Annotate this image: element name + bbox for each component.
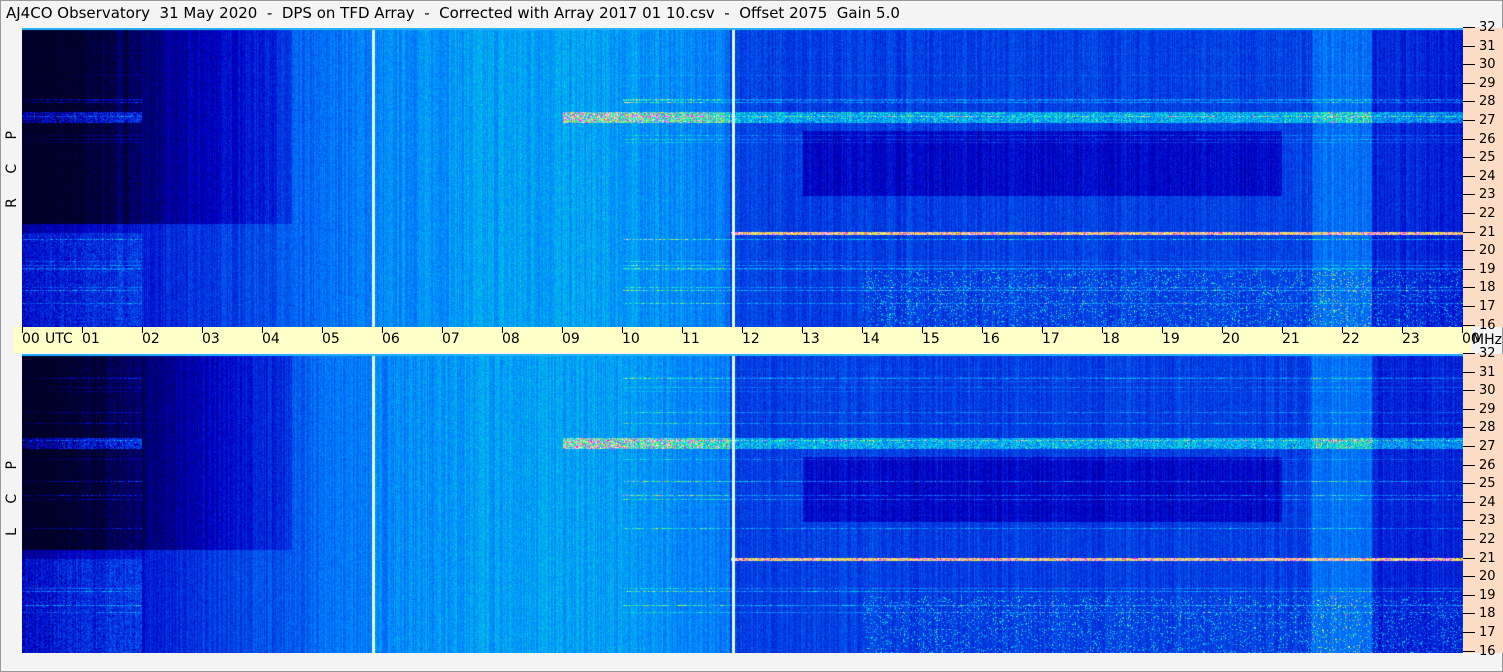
hour-tick: 05	[322, 327, 340, 347]
hour-tick: 01	[82, 327, 100, 347]
hour-tick: 08	[502, 327, 520, 347]
window-title: AJ4CO Observatory 31 May 2020 - DPS on T…	[6, 4, 900, 22]
freq-tick: 19	[1463, 262, 1496, 277]
lcp-spectrogram	[22, 354, 1463, 653]
freq-tick: 20	[1463, 243, 1496, 258]
freq-tick: 17	[1463, 299, 1496, 314]
rcp-label: R C P	[4, 121, 20, 208]
freq-tick: 28	[1463, 94, 1496, 109]
freq-tick: 32	[1463, 20, 1496, 35]
freq-tick: 24	[1463, 169, 1496, 184]
freq-tick: 26	[1463, 458, 1496, 473]
hour-tick: 20	[1222, 327, 1240, 347]
utc-label: UTC	[45, 331, 73, 347]
hour-tick: 09	[562, 327, 580, 347]
freq-tick: 28	[1463, 420, 1496, 435]
freq-axis-lcp: 32 31 30 29 28 27 26 25 24 23 22 21 20 19 18 17 16	[1463, 346, 1503, 659]
hour-tick: 07	[442, 327, 460, 347]
freq-tick: 31	[1463, 365, 1496, 380]
hour-tick: 23	[1402, 327, 1420, 347]
hour-tick: 15	[922, 327, 940, 347]
rcp-spectrogram	[22, 28, 1463, 327]
hour-tick: 22	[1342, 327, 1360, 347]
freq-tick: 23	[1463, 187, 1496, 202]
hour-tick: 17	[1042, 327, 1060, 347]
freq-tick: 18	[1463, 606, 1496, 621]
hour-tick: 03	[202, 327, 220, 347]
hour-tick: 10	[622, 327, 640, 347]
utc-time-axis: 00 UTC 01 02 03 04 05 06 07 08 09 10 11 12 13 14 15 16 17 1…	[13, 327, 1480, 353]
freq-tick: 30	[1463, 57, 1496, 72]
freq-tick: 30	[1463, 383, 1496, 398]
hour-tick: 14	[862, 327, 880, 347]
hour-tick: 04	[262, 327, 280, 347]
freq-tick: 23	[1463, 513, 1496, 528]
hour-tick: 00	[22, 327, 40, 347]
hour-tick: 21	[1282, 327, 1300, 347]
freq-tick: 20	[1463, 569, 1496, 584]
freq-axis-rcp: 32 31 30 29 28 27 26 25 24 23 22 21 20 19 18 17 16	[1463, 20, 1503, 333]
mhz-label: MHz	[1472, 332, 1502, 348]
freq-tick: 22	[1463, 206, 1496, 221]
freq-tick: 16	[1463, 644, 1496, 659]
hour-tick: 16	[982, 327, 1000, 347]
freq-tick: 27	[1463, 439, 1496, 454]
hour-tick: 18	[1102, 327, 1120, 347]
hour-tick: 06	[382, 327, 400, 347]
hour-tick: 19	[1162, 327, 1180, 347]
freq-tick: 19	[1463, 588, 1496, 603]
hour-tick: 02	[142, 327, 160, 347]
freq-tick: 24	[1463, 495, 1496, 510]
freq-tick: 27	[1463, 113, 1496, 128]
freq-tick: 29	[1463, 402, 1496, 417]
freq-tick: 22	[1463, 532, 1496, 547]
freq-tick: 29	[1463, 76, 1496, 91]
freq-tick: 25	[1463, 476, 1496, 491]
hour-tick: 13	[802, 327, 820, 347]
freq-tick: 25	[1463, 150, 1496, 165]
freq-tick: 31	[1463, 39, 1496, 54]
freq-tick: 17	[1463, 625, 1496, 640]
lcp-label: L C P	[4, 451, 20, 536]
freq-tick: 21	[1463, 225, 1496, 240]
freq-tick: 21	[1463, 551, 1496, 566]
hour-tick: 12	[742, 327, 760, 347]
freq-tick: 18	[1463, 280, 1496, 295]
hour-tick: 11	[682, 327, 700, 347]
freq-tick: 26	[1463, 132, 1496, 147]
